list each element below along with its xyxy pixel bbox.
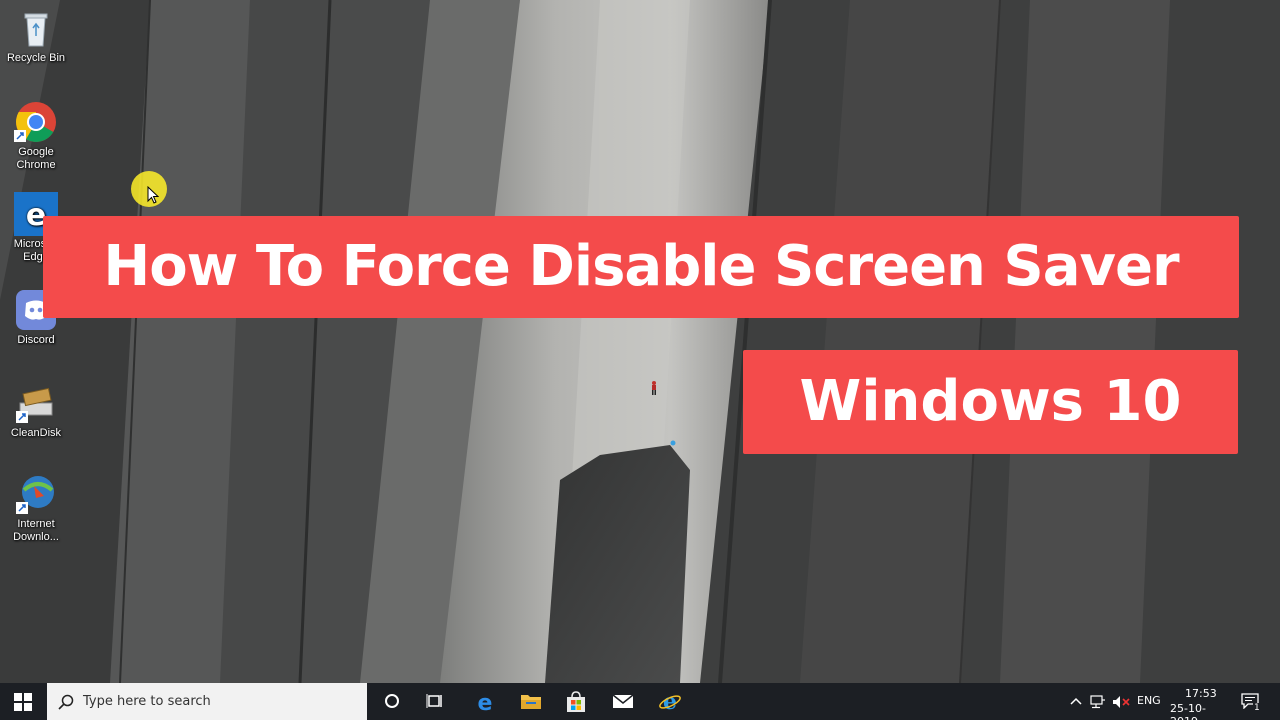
svg-text:e: e: [478, 691, 493, 713]
chrome-icon: [14, 100, 58, 144]
network-status-button[interactable]: [1088, 683, 1108, 720]
taskbar-mail-button[interactable]: [598, 683, 646, 720]
show-hidden-icons-button[interactable]: [1066, 683, 1086, 720]
recycle-bin-icon: [14, 6, 58, 50]
volume-button[interactable]: [1110, 683, 1132, 720]
mail-icon: [612, 694, 634, 708]
video-title-banner: How To Force Disable Screen Saver: [43, 216, 1239, 318]
task-view-icon: [426, 694, 442, 708]
google-chrome-shortcut[interactable]: Google Chrome: [0, 100, 72, 172]
internet-download-manager-icon: [14, 472, 58, 516]
input-language-button[interactable]: ENG: [1134, 683, 1164, 720]
cleandisk-icon: [14, 381, 58, 425]
windows-logo-icon: [14, 693, 32, 711]
google-chrome-label: Google Chrome: [16, 146, 56, 171]
language-indicator: ENG: [1137, 694, 1161, 707]
cleandisk-label: CleanDisk: [10, 427, 62, 439]
edge-icon: e: [478, 691, 493, 713]
action-center-button[interactable]: 1: [1236, 683, 1266, 720]
wallpaper-rock-face: [0, 0, 1280, 683]
video-subtitle-banner: Windows 10: [743, 350, 1238, 454]
internet-explorer-icon: e: [659, 691, 681, 713]
task-view-button[interactable]: [412, 683, 460, 720]
folder-icon: [521, 695, 541, 709]
clock-date: 25-10-2019: [1170, 702, 1206, 728]
taskbar-edge-button[interactable]: e: [460, 683, 508, 720]
start-button[interactable]: [0, 683, 46, 720]
search-placeholder: Type here to search: [83, 694, 211, 709]
taskbar-file-explorer-button[interactable]: [506, 683, 554, 720]
cortana-circle-icon: [385, 694, 399, 708]
climber-figure: [652, 381, 656, 395]
internet-download-manager-shortcut[interactable]: Internet Downlo...: [0, 472, 72, 544]
store-bag-icon: [567, 691, 585, 712]
taskbar-store-button[interactable]: [551, 683, 599, 720]
recycle-bin-label: Recycle Bin: [6, 52, 66, 64]
desktop-wallpaper: Recycle Bin Google Chrome e Microsoft Ed…: [0, 0, 1280, 683]
taskbar: Type here to search e e ENG 17:53 25-10-…: [0, 683, 1280, 728]
svg-text:e: e: [663, 691, 677, 713]
taskbar-internet-explorer-button[interactable]: e: [645, 683, 693, 720]
chevron-up-icon: [1070, 697, 1082, 705]
search-icon: [58, 694, 74, 710]
cleandisk-shortcut[interactable]: CleanDisk: [0, 381, 72, 440]
recycle-bin-shortcut[interactable]: Recycle Bin: [0, 6, 72, 65]
discord-label: Discord: [17, 334, 55, 346]
notification-count-badge: 1: [1253, 703, 1261, 713]
taskbar-search-box[interactable]: Type here to search: [47, 683, 367, 720]
network-icon: [1090, 695, 1105, 709]
internet-download-manager-label: Internet Downlo...: [13, 518, 59, 543]
clock-time: 17:53: [1185, 687, 1217, 700]
cortana-button[interactable]: [368, 683, 416, 720]
climber-figure: [670, 440, 676, 446]
volume-muted-icon: [1113, 696, 1130, 708]
clock-button[interactable]: 17:53 25-10-2019: [1166, 683, 1230, 728]
mouse-pointer-icon: [147, 186, 159, 204]
